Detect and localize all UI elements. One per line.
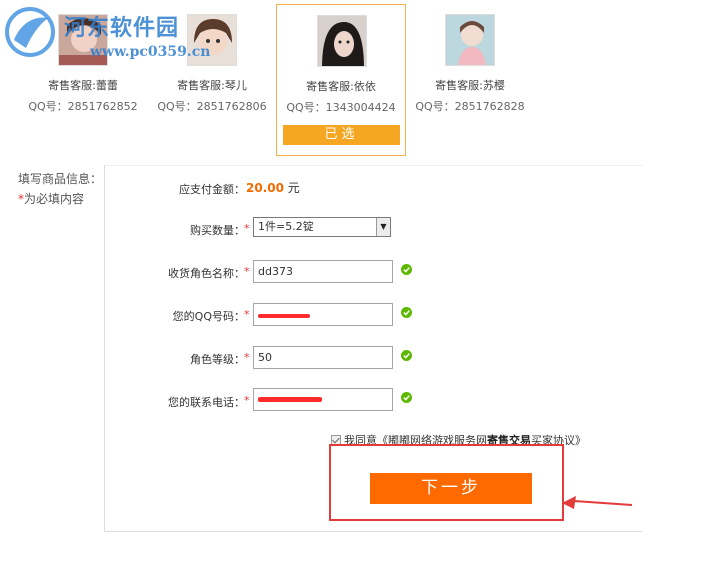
avatar xyxy=(317,15,367,67)
agent-card[interactable]: 寄售客服:琴儿 QQ号：2851762806 xyxy=(147,4,277,156)
quantity-value: 1件=5.2锭 xyxy=(258,220,314,233)
agent-card[interactable]: 寄售客服:苏樱 QQ号：2851762828 xyxy=(405,4,535,156)
redacted-mark xyxy=(258,314,310,318)
agent-list: 寄售客服:蕾蕾 QQ号：2851762852 寄售客服:琴儿 QQ号：28517… xyxy=(0,0,702,160)
agent-qq: QQ号：2851762852 xyxy=(28,100,138,113)
agent-name: 寄售客服:琴儿 xyxy=(177,79,247,92)
qq-input[interactable] xyxy=(253,303,393,326)
role-name-input[interactable]: dd373 xyxy=(253,260,393,283)
next-step-button[interactable]: 下一步 xyxy=(370,473,532,504)
check-ok-icon xyxy=(401,264,412,275)
level-input[interactable]: 50 xyxy=(253,346,393,369)
agent-card-selected[interactable]: 寄售客服:依依 QQ号：1343004424 已选 xyxy=(276,4,406,156)
selected-button[interactable]: 已选 xyxy=(283,125,400,145)
amount-unit: 元 xyxy=(287,181,300,195)
phone-input[interactable] xyxy=(253,388,393,411)
avatar xyxy=(187,14,237,66)
agent-name: 寄售客服:蕾蕾 xyxy=(48,79,118,92)
check-ok-icon xyxy=(401,307,412,318)
dropdown-arrow-icon[interactable]: ▼ xyxy=(376,218,390,236)
qq-label: 您的QQ号码： xyxy=(172,310,245,323)
check-ok-icon xyxy=(401,392,412,403)
required-mark: * xyxy=(244,351,250,364)
role-name-label: 收货角色名称： xyxy=(168,267,245,280)
required-mark: * xyxy=(244,222,250,235)
agent-card[interactable]: 寄售客服:蕾蕾 QQ号：2851762852 xyxy=(18,4,148,156)
annotation-arrow-icon xyxy=(562,496,632,509)
amount-label: 应支付金额： xyxy=(179,183,245,196)
level-label: 角色等级： xyxy=(190,353,245,366)
quantity-label: 购买数量： xyxy=(190,224,245,237)
required-note-text: 为必填内容 xyxy=(24,192,85,206)
avatar xyxy=(445,14,495,66)
quantity-select[interactable]: 1件=5.2锭 ▼ xyxy=(253,217,391,237)
agent-name: 寄售客服:依依 xyxy=(306,80,376,93)
avatar xyxy=(58,14,108,66)
amount-display: 20.00 元 xyxy=(246,179,300,196)
order-form: 应支付金额： 20.00 元 购买数量： * 1件=5.2锭 ▼ 收货角色名称：… xyxy=(104,165,642,532)
redacted-mark xyxy=(258,397,322,402)
agent-name: 寄售客服:苏樱 xyxy=(435,79,505,92)
agent-qq: QQ号：2851762806 xyxy=(157,100,267,113)
check-ok-icon xyxy=(401,350,412,361)
required-mark: * xyxy=(244,308,250,321)
agent-qq: QQ号：1343004424 xyxy=(286,101,396,114)
agent-qq: QQ号：2851762828 xyxy=(415,100,525,113)
amount-value: 20.00 xyxy=(246,181,284,195)
required-mark: * xyxy=(244,265,250,278)
required-mark: * xyxy=(244,394,250,407)
required-note: *为必填内容 xyxy=(18,190,84,207)
section-title: 填写商品信息： xyxy=(18,172,103,186)
phone-label: 您的联系电话： xyxy=(168,396,245,409)
